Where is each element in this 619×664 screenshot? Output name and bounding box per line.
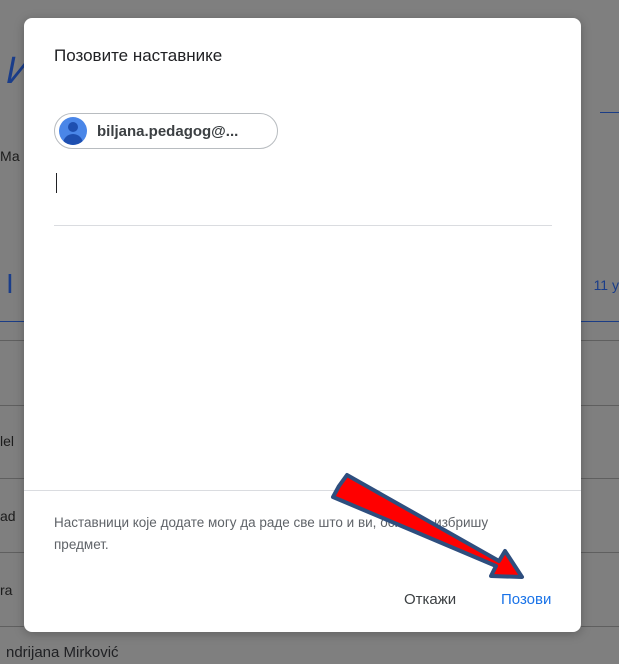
invite-teachers-dialog: Позовите наставнике biljana.pedagog@... … <box>24 18 581 632</box>
background-divider <box>581 552 619 553</box>
background-section-letter: I <box>6 268 14 299</box>
background-row-fragment: lel <box>0 433 15 449</box>
background-divider <box>0 626 24 627</box>
background-row-fragment: ad <box>0 508 16 524</box>
background-bottom-name: ndrijana Mirković <box>6 644 119 661</box>
background-divider <box>581 321 619 322</box>
recipient-chip[interactable]: biljana.pedagog@... <box>54 113 278 149</box>
footer-divider <box>24 490 581 491</box>
background-divider <box>0 405 24 406</box>
background-row-fragment: ra <box>0 582 13 598</box>
invite-button[interactable]: Позови <box>501 591 551 608</box>
background-divider <box>600 112 619 113</box>
background-divider <box>0 321 24 322</box>
permissions-note: Наставници које додате могу да раде све … <box>54 515 489 552</box>
avatar-icon <box>59 117 87 145</box>
background-divider <box>581 340 619 341</box>
recipient-input[interactable] <box>54 158 552 218</box>
cancel-button[interactable]: Откажи <box>404 591 456 608</box>
background-divider <box>0 478 24 479</box>
background-divider <box>0 340 24 341</box>
dialog-title: Позовите наставнике <box>54 46 223 65</box>
recipient-chip-label: biljana.pedagog@... <box>97 122 239 140</box>
background-divider <box>581 405 619 406</box>
background-row-fragment: Ма <box>0 148 20 164</box>
background-divider <box>581 626 619 627</box>
background-count-fragment: 11 у <box>593 277 619 293</box>
background-divider <box>581 478 619 479</box>
background-divider <box>0 552 24 553</box>
input-divider <box>54 225 552 226</box>
